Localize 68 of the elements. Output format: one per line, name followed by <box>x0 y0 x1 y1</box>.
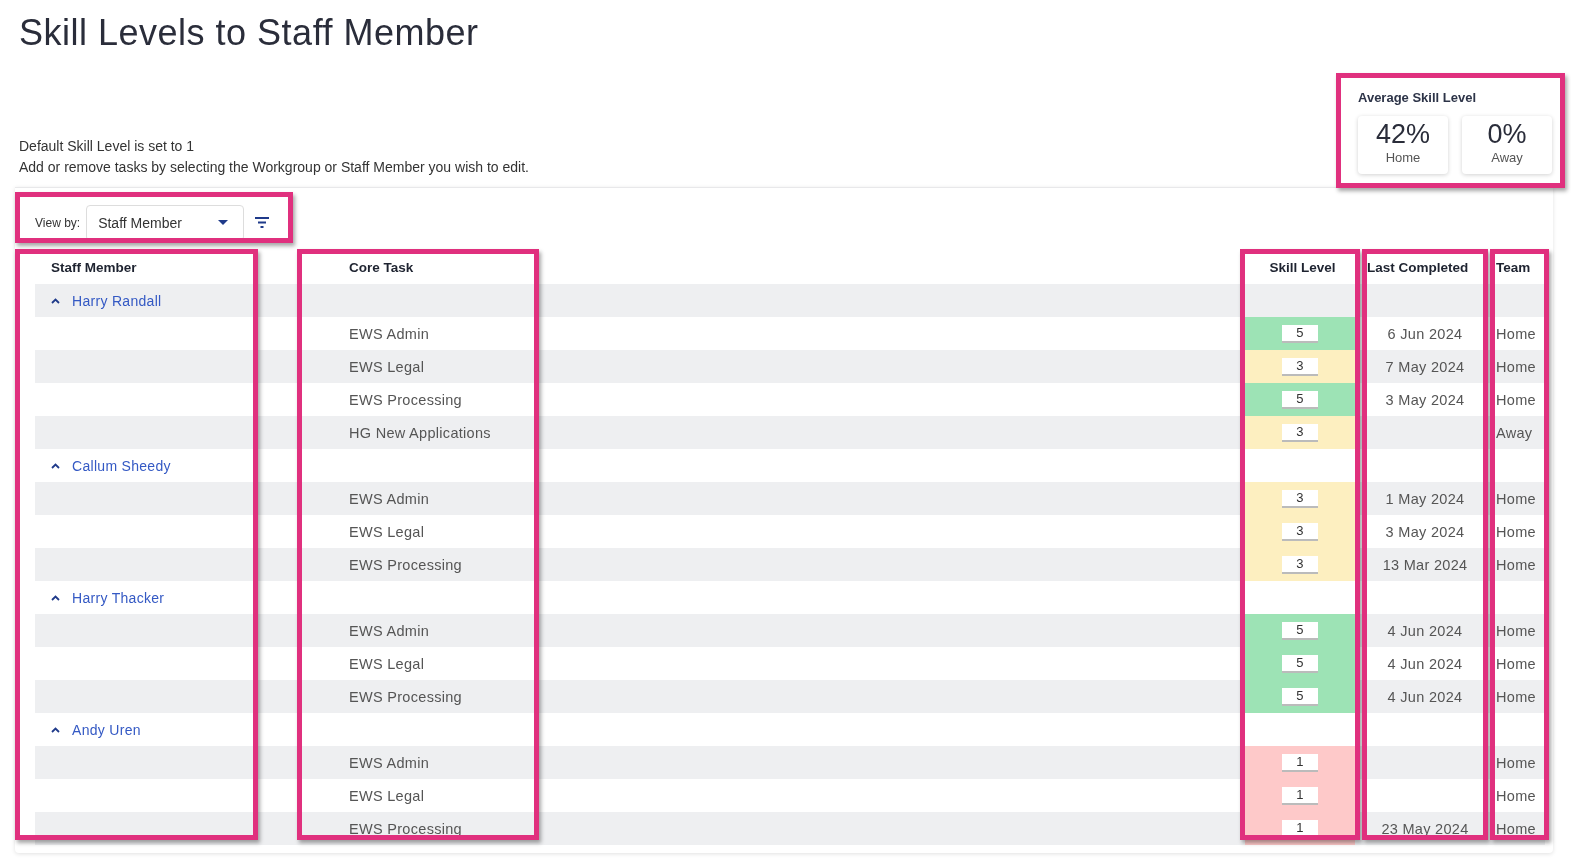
task-name: EWS Processing <box>348 390 463 410</box>
task-name: EWS Legal <box>348 522 426 542</box>
team-name: Home <box>1496 490 1536 507</box>
last-completed-date: 4 Jun 2024 <box>1387 622 1463 639</box>
group-toggle[interactable]: Callum Sheedy <box>51 457 171 474</box>
dropdown-caret-icon <box>218 219 229 226</box>
skill-level-field[interactable]: 3 <box>1282 489 1318 508</box>
task-name: EWS Admin <box>348 489 431 509</box>
group-toggle[interactable]: Harry Thacker <box>51 589 165 606</box>
last-completed-date: 3 May 2024 <box>1385 391 1465 408</box>
column-header: Skill Level <box>1268 259 1337 277</box>
team-name: Home <box>1496 820 1536 837</box>
skill-level-field[interactable]: 5 <box>1282 390 1318 409</box>
skill-level-field[interactable]: 3 <box>1282 522 1318 541</box>
task-name: EWS Processing <box>348 819 463 839</box>
last-completed-date: 3 May 2024 <box>1385 523 1465 540</box>
stat-label: Away <box>1491 150 1523 165</box>
column-header: Team <box>1495 259 1532 277</box>
team-name: Away <box>1496 424 1533 441</box>
page-title: Skill Levels to Staff Member <box>19 12 480 54</box>
team-name: Home <box>1496 754 1536 771</box>
info-text: Add or remove tasks by selecting the Workgroup or Staff Member you wish to edit. <box>19 158 529 177</box>
task-name: EWS Admin <box>348 324 431 344</box>
skill-level-field[interactable]: 3 <box>1282 423 1318 442</box>
last-completed-date: 7 May 2024 <box>1385 358 1465 375</box>
skill-level-field[interactable]: 1 <box>1282 786 1318 805</box>
filter-icon[interactable] <box>255 217 270 228</box>
task-name: EWS Admin <box>348 621 431 641</box>
last-completed-date: 13 Mar 2024 <box>1382 556 1468 573</box>
skill-level-field[interactable]: 5 <box>1282 324 1318 343</box>
stat-label: Home <box>1385 150 1421 165</box>
view-by-label: View by: <box>35 215 81 230</box>
task-name: EWS Legal <box>348 654 426 674</box>
task-name: HG New Applications <box>348 423 492 443</box>
team-name: Home <box>1496 556 1536 573</box>
task-name: EWS Processing <box>348 555 463 575</box>
skill-level-field[interactable]: 5 <box>1282 654 1318 673</box>
team-name: Home <box>1496 358 1536 375</box>
task-name: EWS Admin <box>348 753 431 773</box>
task-name: EWS Legal <box>348 357 426 377</box>
team-name: Home <box>1496 622 1536 639</box>
skill-level-field[interactable]: 5 <box>1282 687 1318 706</box>
column-header: Last Completed <box>1366 259 1470 277</box>
last-completed-date: 4 Jun 2024 <box>1387 655 1463 672</box>
skill-level-field[interactable]: 3 <box>1282 555 1318 574</box>
skill-level-field[interactable]: 3 <box>1282 357 1318 376</box>
stat-value: 0% <box>1487 119 1527 150</box>
column-header: Staff Member <box>50 259 138 277</box>
team-name: Home <box>1496 391 1536 408</box>
last-completed-date: 1 May 2024 <box>1385 490 1465 507</box>
column-header: Core Task <box>348 259 415 277</box>
team-name: Home <box>1496 325 1536 342</box>
team-name: Home <box>1496 655 1536 672</box>
task-name: EWS Processing <box>348 687 463 707</box>
group-toggle[interactable]: Andy Uren <box>51 721 141 738</box>
team-name: Home <box>1496 787 1536 804</box>
stat-value: 42% <box>1375 119 1430 150</box>
skill-level-field[interactable]: 5 <box>1282 621 1318 640</box>
team-name: Home <box>1496 688 1536 705</box>
last-completed-date: 23 May 2024 <box>1381 820 1469 837</box>
summary-title: Average Skill Level <box>1358 90 1477 105</box>
last-completed-date: 6 Jun 2024 <box>1387 325 1463 342</box>
task-name: EWS Legal <box>348 786 426 806</box>
skill-level-field[interactable]: 1 <box>1282 753 1318 772</box>
team-name: Home <box>1496 523 1536 540</box>
last-completed-date: 4 Jun 2024 <box>1387 688 1463 705</box>
info-text: Default Skill Level is set to 1 <box>19 137 196 156</box>
group-toggle[interactable]: Harry Randall <box>51 292 162 309</box>
